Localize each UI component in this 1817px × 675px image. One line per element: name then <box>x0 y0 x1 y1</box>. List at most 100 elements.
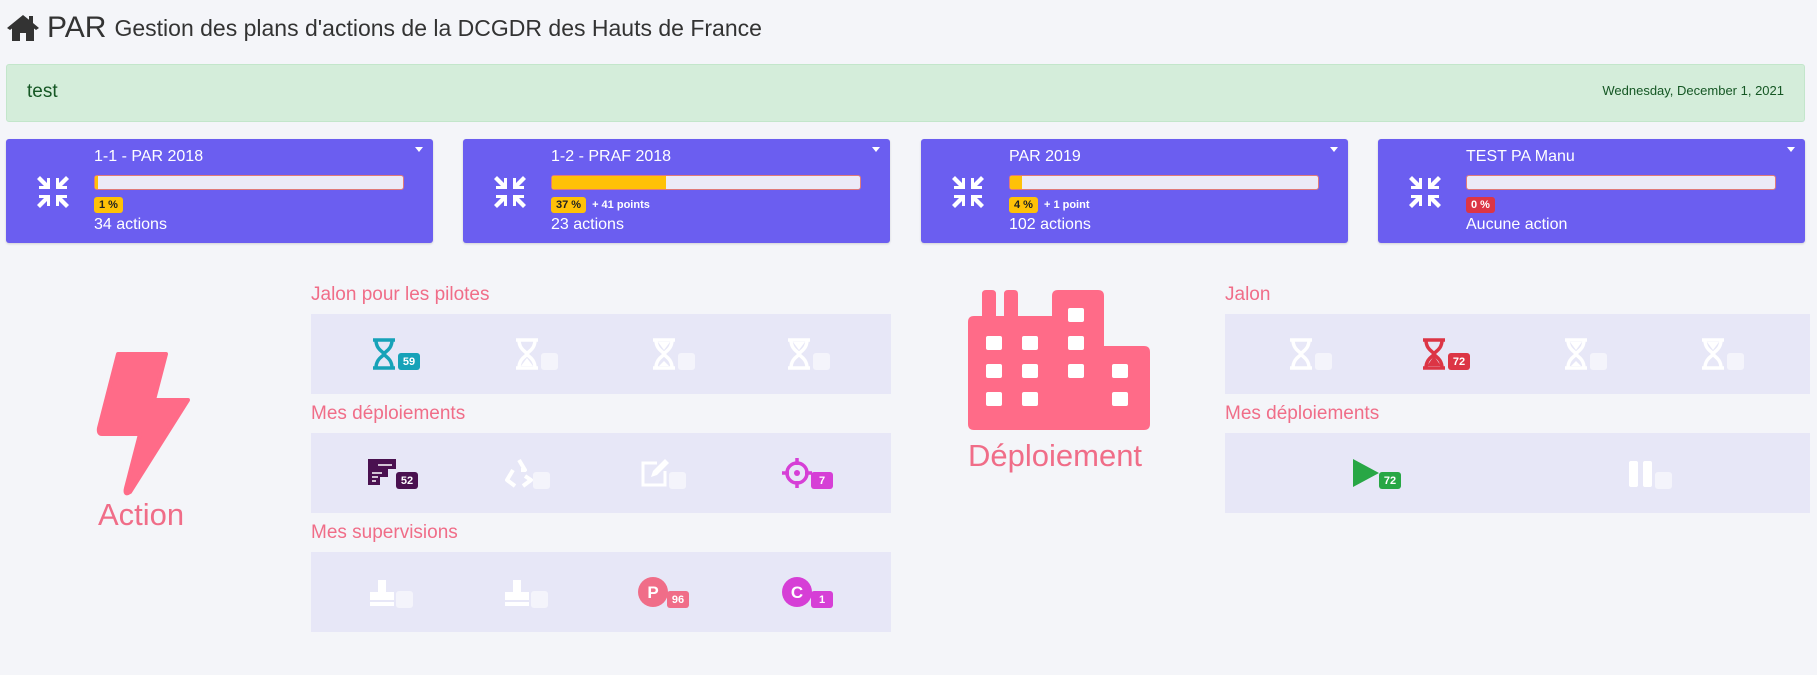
hourglass-icon <box>1418 336 1450 372</box>
mes-supervisions-panel: P 96 C 1 <box>311 552 891 632</box>
jalon-item[interactable] <box>511 336 558 372</box>
actions-count: Aucune action <box>1466 216 1568 233</box>
bolt-icon <box>96 352 190 496</box>
deploiement-item[interactable]: 52 <box>366 455 418 491</box>
count-badge <box>531 591 548 608</box>
industry-icon <box>968 290 1150 430</box>
plan-title: PAR 2019 <box>1009 148 1081 165</box>
count-badge <box>1315 353 1332 370</box>
jalon-item[interactable]: 59 <box>368 336 420 372</box>
chevron-down-icon[interactable] <box>415 147 423 152</box>
action-label: Action <box>98 497 185 532</box>
hourglass-icon <box>648 336 680 372</box>
jalon-item[interactable] <box>648 336 695 372</box>
actions-count: 102 actions <box>1009 216 1091 233</box>
deploiement-item[interactable] <box>639 455 686 491</box>
deploiement-status-panel: 72 <box>1225 433 1810 513</box>
alert-message: test <box>27 81 58 102</box>
compress-icon <box>494 176 526 208</box>
percent-badge: 37 % <box>551 197 587 213</box>
supervision-item[interactable] <box>366 574 413 610</box>
hourglass-icon <box>1285 336 1317 372</box>
actions-count: 34 actions <box>94 216 167 233</box>
stamp-icon <box>366 574 398 610</box>
chevron-down-icon[interactable] <box>872 147 880 152</box>
plan-card[interactable]: PAR 2019 4 % + 1 point 102 actions <box>921 139 1348 243</box>
p-circle-icon: P <box>637 574 669 610</box>
count-badge: 1 <box>811 591 833 608</box>
percent-badge: 0 % <box>1466 197 1495 213</box>
count-badge: 59 <box>398 353 420 370</box>
chevron-down-icon[interactable] <box>1330 147 1338 152</box>
info-alert: test Wednesday, December 1, 2021 <box>6 64 1805 122</box>
plan-card[interactable]: TEST PA Manu 0 % Aucune action <box>1378 139 1805 243</box>
hourglass-icon <box>368 336 400 372</box>
jalon-item[interactable] <box>1285 336 1332 372</box>
plan-card[interactable]: 1-1 - PAR 2018 1 % 34 actions <box>6 139 433 243</box>
section-title: Mes supervisions <box>311 522 458 543</box>
app-name: PAR <box>47 11 107 44</box>
hourglass-icon <box>1697 336 1729 372</box>
deploiement-label: Déploiement <box>968 438 1143 473</box>
actions-count: 23 actions <box>551 216 624 233</box>
jalon-pilotes-panel: 59 <box>311 314 891 394</box>
section-title: Mes déploiements <box>311 403 466 424</box>
home-icon[interactable] <box>6 13 40 43</box>
play-icon <box>1349 455 1381 491</box>
plan-title: TEST PA Manu <box>1466 148 1575 165</box>
page-header: PAR Gestion des plans d'actions de la DC… <box>6 8 762 48</box>
count-badge: 72 <box>1379 472 1401 489</box>
points-label: + 41 points <box>592 199 650 211</box>
count-badge <box>678 353 695 370</box>
progress-bar <box>94 175 404 190</box>
progress-bar <box>551 175 861 190</box>
section-title: Mes déploiements <box>1225 403 1380 424</box>
stairs-icon <box>366 455 398 491</box>
points-label: + 1 point <box>1043 199 1090 211</box>
supervision-item[interactable]: C 1 <box>781 574 833 610</box>
plan-title: 1-1 - PAR 2018 <box>94 148 204 165</box>
percent-badge: 4 % <box>1009 197 1038 213</box>
stamp-icon <box>501 574 533 610</box>
count-badge <box>396 591 413 608</box>
count-badge: 7 <box>811 472 833 489</box>
count-badge: 52 <box>396 472 418 489</box>
count-badge <box>1727 353 1744 370</box>
plan-title: 1-2 - PRAF 2018 <box>551 148 672 165</box>
count-badge: 96 <box>667 591 689 608</box>
compress-icon <box>952 176 984 208</box>
percent-badge: 1 % <box>94 197 123 213</box>
count-badge <box>533 472 550 489</box>
chevron-down-icon[interactable] <box>1787 147 1795 152</box>
edit-icon <box>639 455 671 491</box>
c-circle-icon: C <box>781 574 813 610</box>
svg-text:P: P <box>647 583 658 602</box>
deploiement-item[interactable]: 7 <box>781 455 833 491</box>
progress-bar <box>1009 175 1319 190</box>
jalon-item[interactable] <box>1560 336 1607 372</box>
progress-bar <box>1466 175 1776 190</box>
hourglass-icon <box>1560 336 1592 372</box>
section-title: Jalon pour les pilotes <box>311 284 490 305</box>
deploiement-item[interactable] <box>1625 455 1672 491</box>
page-title: Gestion des plans d'actions de la DCGDR … <box>114 14 762 41</box>
supervision-item[interactable]: P 96 <box>637 574 689 610</box>
jalon-item[interactable]: 72 <box>1418 336 1470 372</box>
compress-icon <box>1409 176 1441 208</box>
count-badge <box>669 472 686 489</box>
hourglass-icon <box>783 336 815 372</box>
plan-card[interactable]: 1-2 - PRAF 2018 37 % + 41 points 23 acti… <box>463 139 890 243</box>
plan-cards: 1-1 - PAR 2018 1 % 34 actions 1-2 - PRAF… <box>6 139 1806 243</box>
section-title: Jalon <box>1225 284 1271 305</box>
count-badge: 72 <box>1448 353 1470 370</box>
count-badge <box>1590 353 1607 370</box>
supervision-item[interactable] <box>501 574 548 610</box>
count-badge <box>1655 472 1672 489</box>
crosshairs-icon <box>781 455 813 491</box>
recycle-icon <box>503 455 535 491</box>
jalon-item[interactable] <box>783 336 830 372</box>
jalon-item[interactable] <box>1697 336 1744 372</box>
deploiement-item[interactable]: 72 <box>1349 455 1401 491</box>
current-date: Wednesday, December 1, 2021 <box>1602 83 1784 98</box>
deploiement-item[interactable] <box>503 455 550 491</box>
